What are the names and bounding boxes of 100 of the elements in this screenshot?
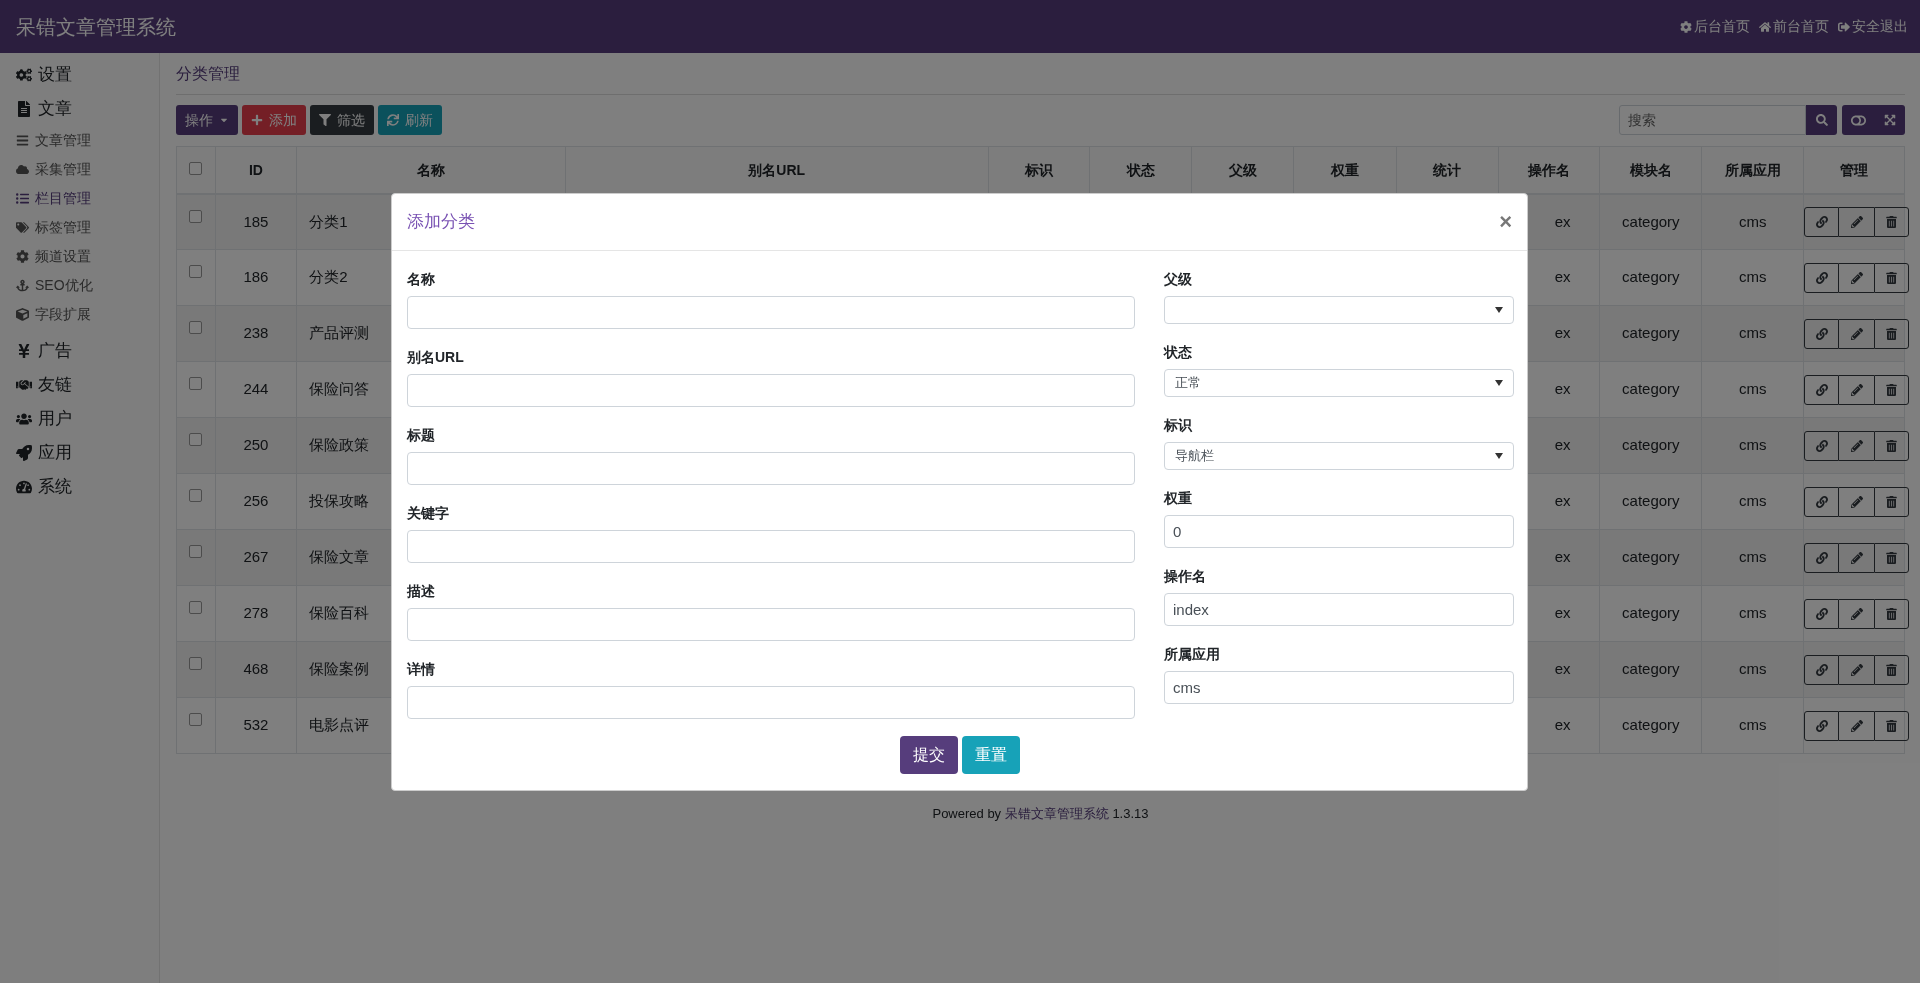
- edit-button[interactable]: [1839, 654, 1875, 685]
- delete-button[interactable]: [1874, 486, 1910, 517]
- link-button[interactable]: [1804, 206, 1840, 237]
- trash-icon: [1886, 215, 1898, 228]
- delete-button[interactable]: [1874, 654, 1910, 685]
- input-field[interactable]: cms: [1164, 671, 1514, 704]
- checkbox[interactable]: [189, 657, 203, 670]
- field-label: 权重: [1164, 489, 1193, 508]
- checkbox[interactable]: [189, 545, 203, 558]
- input-field[interactable]: [407, 530, 1135, 563]
- table-cell: 保险问答: [309, 380, 370, 398]
- edit-button[interactable]: [1839, 206, 1875, 237]
- sidebar-item[interactable]: 设置: [16, 58, 159, 92]
- search-button[interactable]: [1806, 105, 1837, 135]
- form-button[interactable]: 提交: [899, 736, 958, 774]
- toolbar-button[interactable]: 操作: [176, 105, 238, 135]
- checkbox[interactable]: [189, 601, 203, 614]
- input-field[interactable]: [407, 608, 1135, 641]
- edit-button[interactable]: [1839, 262, 1875, 293]
- select-field[interactable]: 正常: [1164, 369, 1514, 397]
- sidebar-subitem[interactable]: 采集管理: [16, 155, 159, 184]
- table-cell: 468: [243, 660, 269, 678]
- edit-button[interactable]: [1839, 486, 1875, 517]
- select-field[interactable]: 导航栏: [1164, 442, 1514, 470]
- yen-icon: [16, 343, 32, 359]
- sidebar-item[interactable]: 友链: [16, 368, 159, 402]
- delete-button[interactable]: [1874, 710, 1910, 741]
- input-field[interactable]: 0: [1164, 515, 1514, 548]
- link-button[interactable]: [1804, 654, 1840, 685]
- link-button[interactable]: [1804, 486, 1840, 517]
- toolbar-button[interactable]: 刷新: [378, 105, 442, 135]
- search-icon: [1815, 114, 1828, 126]
- header-link[interactable]: 前台首页: [1759, 16, 1829, 37]
- checkbox[interactable]: [189, 321, 203, 334]
- delete-button[interactable]: [1874, 542, 1910, 573]
- select-field[interactable]: [1164, 296, 1514, 324]
- table-cell: ex: [1554, 548, 1571, 566]
- table-cell: 保险文章: [309, 548, 370, 566]
- checkbox[interactable]: [189, 433, 203, 446]
- edit-button[interactable]: [1839, 598, 1875, 629]
- sidebar-item[interactable]: 文章: [16, 92, 159, 126]
- edit-button[interactable]: [1839, 430, 1875, 461]
- checkbox[interactable]: [189, 377, 203, 390]
- close-button[interactable]: ×: [1499, 211, 1512, 233]
- link-button[interactable]: [1804, 262, 1840, 293]
- form-button[interactable]: 重置: [961, 736, 1020, 774]
- sidebar-item[interactable]: 系统: [16, 470, 159, 504]
- sidebar-subitem[interactable]: 频道设置: [16, 242, 159, 271]
- delete-button[interactable]: [1874, 318, 1910, 349]
- checkbox[interactable]: [189, 209, 203, 223]
- sidebar-subitem[interactable]: SEO优化: [16, 271, 159, 300]
- table-cell: 保险案例: [309, 660, 370, 678]
- link-button[interactable]: [1804, 374, 1840, 405]
- table-cell: ex: [1554, 268, 1571, 286]
- search-field[interactable]: 搜索: [1619, 105, 1806, 135]
- sidebar-item[interactable]: 广告: [16, 334, 159, 368]
- trash-icon: [1886, 607, 1898, 620]
- sidebar-item[interactable]: 用户: [16, 402, 159, 436]
- delete-button[interactable]: [1874, 598, 1910, 629]
- checkbox[interactable]: [189, 161, 203, 175]
- input-field[interactable]: [407, 374, 1135, 407]
- field-label: 状态: [1164, 343, 1193, 362]
- input-field[interactable]: [407, 452, 1135, 485]
- sidebar-subitem[interactable]: 文章管理: [16, 126, 159, 155]
- sidebar-item[interactable]: 应用: [16, 436, 159, 470]
- link-button[interactable]: [1804, 542, 1840, 573]
- edit-button[interactable]: [1839, 710, 1875, 741]
- edit-button[interactable]: [1839, 542, 1875, 573]
- link-button[interactable]: [1804, 598, 1840, 629]
- link-button[interactable]: [1804, 430, 1840, 461]
- toolbar-button[interactable]: 筛选: [310, 105, 374, 135]
- breadcrumb: 分类管理: [176, 63, 240, 84]
- input-field[interactable]: index: [1164, 593, 1514, 626]
- input-field[interactable]: [407, 296, 1135, 329]
- sidebar-subitem[interactable]: 标签管理: [16, 213, 159, 242]
- trash-icon: [1886, 327, 1898, 340]
- gear-icon: [1680, 20, 1692, 33]
- delete-button[interactable]: [1874, 206, 1910, 237]
- input-field[interactable]: [407, 686, 1135, 719]
- field-label: 描述: [407, 582, 436, 601]
- link-button[interactable]: [1804, 710, 1840, 741]
- delete-button[interactable]: [1874, 262, 1910, 293]
- header-link[interactable]: 后台首页: [1680, 16, 1750, 37]
- header-link[interactable]: 安全退出: [1838, 16, 1908, 37]
- link-button[interactable]: [1804, 318, 1840, 349]
- delete-button[interactable]: [1874, 374, 1910, 405]
- footer-link[interactable]: 呆错文章管理系统: [1004, 806, 1109, 821]
- checkbox[interactable]: [189, 489, 203, 502]
- table-cell: 保险政策: [309, 436, 370, 454]
- checkbox[interactable]: [189, 713, 203, 726]
- edit-button[interactable]: [1839, 374, 1875, 405]
- column-header: 操作名: [1528, 161, 1571, 178]
- toolbar-button[interactable]: 添加: [242, 105, 306, 135]
- sidebar-subitem[interactable]: 字段扩展: [16, 300, 159, 329]
- field-label: 所属应用: [1164, 645, 1221, 664]
- sidebar-subitem[interactable]: 栏目管理: [16, 184, 159, 213]
- checkbox[interactable]: [189, 265, 203, 278]
- edit-button[interactable]: [1839, 318, 1875, 349]
- delete-button[interactable]: [1874, 430, 1910, 461]
- column-header: 别名URL: [748, 161, 806, 178]
